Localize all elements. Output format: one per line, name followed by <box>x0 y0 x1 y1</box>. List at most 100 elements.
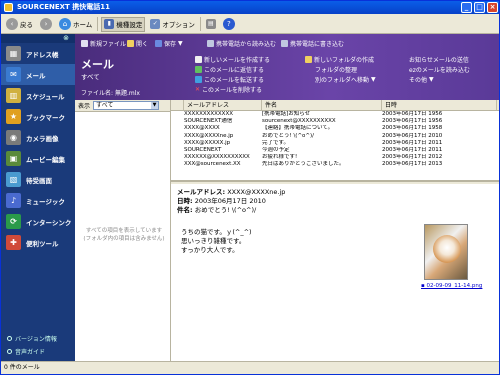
status-bar: 0 件のメール <box>1 361 499 374</box>
cat-photo <box>433 235 461 263</box>
write-to-phone-button[interactable]: 携帯電話に書き込む <box>281 39 344 48</box>
row-date: 2003年06月17日 1956 <box>382 118 443 125</box>
table-row[interactable]: XXXXXXXXXXXXX [携帯電話]お知らせ 2003年06月17日 1956 <box>171 111 499 118</box>
reply-button[interactable]: このメールに返信する <box>195 65 264 74</box>
organize-folders-button[interactable]: フォルダの整理 <box>315 65 357 74</box>
calendar-icon: ▥ <box>6 88 21 103</box>
sidebar-close-icon[interactable]: ⊗ <box>62 35 70 42</box>
row-date: 2003年06月17日 2013 <box>382 161 443 168</box>
mail-status-icon <box>171 111 184 118</box>
sidebar-item-camera[interactable]: ◉ カメラ画像 <box>1 127 75 148</box>
open-button[interactable]: 開く <box>127 39 148 48</box>
sidebar-top: ⊗ <box>1 34 75 43</box>
sidebar-item-label: メール <box>26 71 46 80</box>
mail-icon: ✉ <box>6 67 21 82</box>
read-ez-mail-button[interactable]: ezのメールを読み込む <box>409 65 470 74</box>
create-mail-button[interactable]: 新しいメールを作成する <box>195 55 270 64</box>
help-button[interactable]: ? <box>221 17 237 32</box>
sidebar-item-intersync[interactable]: ⟳ インターシンク <box>1 211 75 232</box>
forward-button[interactable]: › <box>38 17 54 32</box>
main-window: SOURCENEXT 携快電話11 _ □ × ‹ 戻る › ⌂ ホーム ▮ 機… <box>0 0 500 375</box>
address-book-icon: ▦ <box>6 46 21 61</box>
column-header-date[interactable]: 日時 <box>382 100 497 110</box>
mail-header: 新規ファイル 開く 保存 ▼ 携帯電話から読み込む 携帯電話に書き込む メール す… <box>75 34 499 100</box>
sidebar-item-label: インターシンク <box>26 218 72 227</box>
back-button[interactable]: ‹ 戻る <box>4 17 35 32</box>
mail-rows: XXXXXXXXXXXXX [携帯電話]お知らせ 2003年06月17日 1956 S… <box>171 111 499 169</box>
forward-arrow-icon: › <box>40 18 52 30</box>
forward-icon <box>195 76 202 83</box>
app-icon <box>4 3 13 12</box>
star-icon: ★ <box>6 109 21 124</box>
toolbar-separator <box>199 17 201 31</box>
minimize-button[interactable]: _ <box>461 2 472 13</box>
move-folder-button[interactable]: 別のフォルダへ移動 ▼ <box>315 75 376 84</box>
table-row[interactable]: SOURCENEXT通信 sourcenext@XXXXXXXXXX 2003年06… <box>171 118 499 125</box>
row-subject: 完了です。 <box>262 139 289 146</box>
sidebar-item-bookmark[interactable]: ★ ブックマーク <box>1 106 75 127</box>
print-button[interactable]: ▤ <box>204 17 218 32</box>
attachment-thumbnail[interactable] <box>424 224 468 280</box>
display-filter-bar: 表示 すべて ▼ <box>75 100 170 112</box>
table-row[interactable]: XXXX@XXXXX.jp 完了です。 2003年06月17日 2011 <box>171 140 499 147</box>
version-info-link[interactable]: バージョン情報 <box>7 334 57 343</box>
sidebar-item-schedule[interactable]: ▥ スケジュール <box>1 85 75 106</box>
phone-settings-icon: ▮ <box>104 19 115 29</box>
sidebar-item-wallpaper[interactable]: ▧ 待受画面 <box>1 169 75 190</box>
file-name-label: ファイル名: 無題.mlx <box>81 90 140 97</box>
sidebar-item-address-book[interactable]: ▦ アドレス帳 <box>1 43 75 64</box>
read-from-phone-button[interactable]: 携帯電話から読み込む <box>207 39 276 48</box>
row-date: 2003年06月17日 2012 <box>382 154 443 161</box>
column-header-flag[interactable] <box>171 100 184 110</box>
folder-pane: 表示 すべて ▼ すべての項目を表示しています (フォルダ内の項目は含みません) <box>75 100 171 361</box>
model-settings-button[interactable]: ▮ 機種設定 <box>101 16 146 32</box>
notify-mail-button[interactable]: お知らせメールの送信 <box>409 55 469 64</box>
sync-icon: ⟳ <box>6 214 21 229</box>
home-button[interactable]: ⌂ ホーム <box>57 17 94 32</box>
delete-mail-button[interactable]: ✕ このメールを削除する <box>195 85 262 94</box>
sidebar-item-music[interactable]: ♪ ミュージック <box>1 190 75 211</box>
new-file-button[interactable]: 新規ファイル <box>81 39 126 48</box>
sidebar-item-label: カメラ画像 <box>26 134 59 143</box>
preview-address: メールアドレス: XXXX@XXXXne.jp <box>177 188 286 196</box>
voice-guide-link[interactable]: 音声ガイド <box>7 347 45 356</box>
chevron-down-icon: ▼ <box>151 102 159 109</box>
save-button[interactable]: 保存 ▼ <box>155 39 183 48</box>
row-date: 2003年06月17日 2011 <box>382 146 443 153</box>
row-date: 2003年06月17日 1958 <box>382 125 443 132</box>
preview-subject: 件名: おめでとう! \(^o^)/ <box>177 206 257 214</box>
table-row[interactable]: SOURCENEXT 今週の予定 2003年06月17日 2011 <box>171 147 499 154</box>
attachment-link[interactable]: ▪ 02-09-09_11-14.png <box>421 283 482 289</box>
chevron-down-icon: ▼ <box>371 76 376 83</box>
column-header-subject[interactable]: 件名 <box>262 100 382 110</box>
column-header-address[interactable]: メールアドレス <box>184 100 262 110</box>
mail-list: メールアドレス 件名 日時 XXXXXXXXXXXXX [携帯電話]お知らせ 200… <box>171 100 499 182</box>
mail-list-header: メールアドレス 件名 日時 <box>171 100 499 111</box>
sidebar-item-movie[interactable]: ▣ ムービー編集 <box>1 148 75 169</box>
options-button[interactable]: ✓ オプション <box>148 17 197 32</box>
back-label: 戻る <box>20 21 33 29</box>
tools-icon: ✚ <box>6 235 21 250</box>
table-row[interactable]: XXX@sourcenext.XX 先日はありがとうございました。 2003年06月… <box>171 161 499 168</box>
maximize-button[interactable]: □ <box>474 2 485 13</box>
row-address: XXX@sourcenext.XX <box>184 161 241 168</box>
mail-status-icon <box>171 140 184 147</box>
sidebar-item-label: 便利ツール <box>26 239 59 248</box>
display-filter-select[interactable]: すべて ▼ <box>93 101 160 110</box>
page-title: メール <box>81 58 114 71</box>
table-row[interactable]: XXXX@XXXX 【連絡】携帯電話について。 2003年06月17日 1958 <box>171 125 499 132</box>
table-row[interactable]: XXXX@XXXXne.jp おめでとう! \(^o^)/ 2003年06月17日 … <box>171 133 499 140</box>
sidebar-item-tools[interactable]: ✚ 便利ツール <box>1 232 75 253</box>
sidebar-item-label: アドレス帳 <box>26 50 59 59</box>
row-address: SOURCENEXT <box>184 146 222 153</box>
table-row[interactable]: XXXXXX@XXXXXXXXXX お疲れ様です! 2003年06月17日 2012 <box>171 154 499 161</box>
film-icon: ▣ <box>6 151 21 166</box>
row-address: XXXX@XXXXne.jp <box>184 132 234 139</box>
new-folder-button[interactable]: 新しいフォルダの作成 <box>305 55 374 64</box>
sidebar-item-mail[interactable]: ✉ メール <box>1 64 75 85</box>
row-address: XXXX@XXXXX.jp <box>184 139 231 146</box>
other-button[interactable]: その他 ▼ <box>409 75 434 84</box>
window-title: SOURCENEXT 携快電話11 <box>17 3 110 11</box>
forward-mail-button[interactable]: このメールを転送する <box>195 75 264 84</box>
close-button[interactable]: × <box>487 2 498 13</box>
